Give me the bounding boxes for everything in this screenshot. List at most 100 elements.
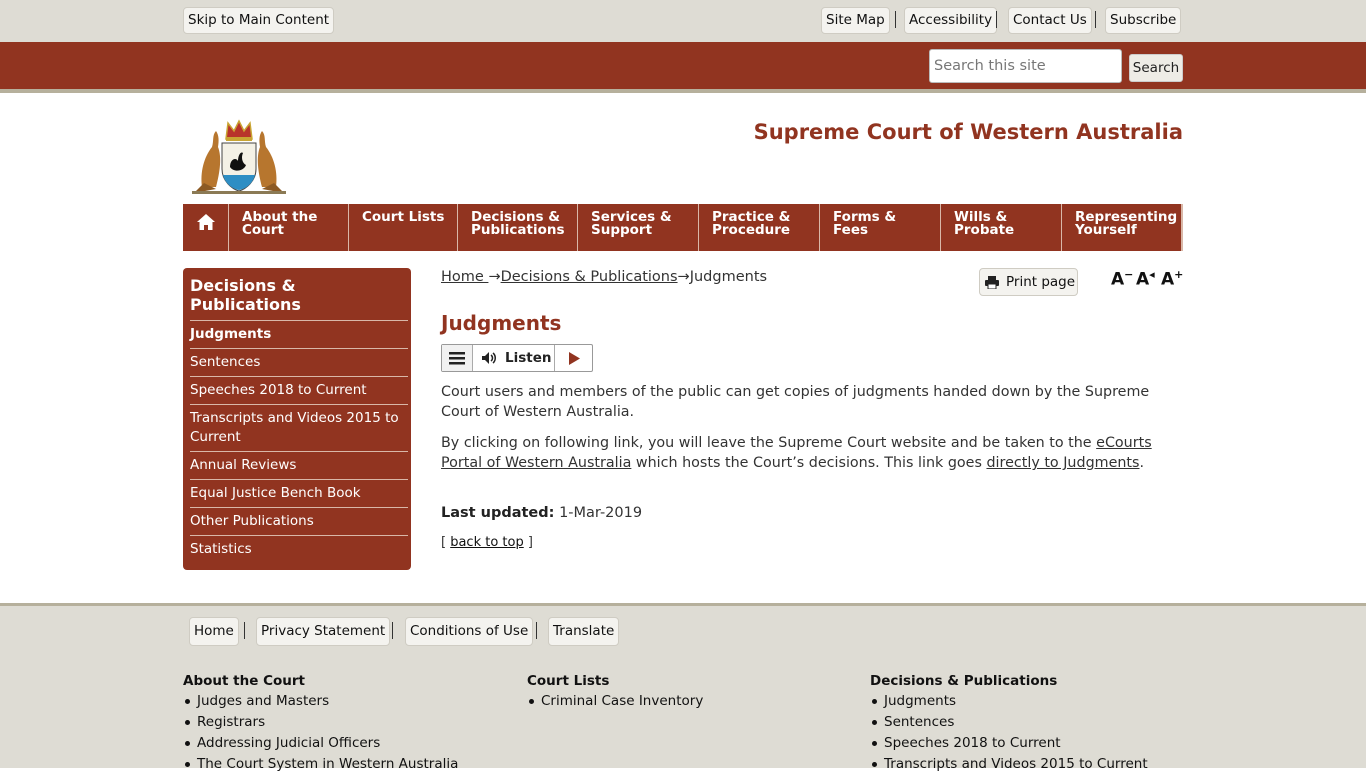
increase-text-button[interactable]: A+: [1161, 268, 1183, 290]
footer-list-item[interactable]: Registrars: [184, 712, 458, 733]
last-updated-label: Last updated:: [441, 505, 555, 521]
footer-translate-link[interactable]: Translate: [548, 617, 620, 646]
search-button[interactable]: Search: [1129, 54, 1183, 82]
nav-label: Support: [591, 222, 653, 238]
nav-label: Procedure: [712, 222, 791, 238]
play-icon: [568, 351, 580, 365]
read-aloud-widget: Listen: [441, 344, 593, 372]
footer-link[interactable]: Speeches 2018 to Current: [884, 735, 1061, 751]
listen-button[interactable]: Listen: [473, 345, 555, 371]
breadcrumb-home[interactable]: Home: [441, 269, 488, 285]
last-updated: Last updated: 1-Mar-2019: [441, 505, 642, 521]
sidebar-heading[interactable]: Decisions & Publications: [190, 276, 408, 321]
print-page-label: Print page: [1006, 274, 1076, 290]
footer-privacy-link[interactable]: Privacy Statement: [256, 617, 391, 646]
sidebar-item-bench-book[interactable]: Equal Justice Bench Book: [190, 480, 408, 508]
nav-court-lists[interactable]: Court Lists: [349, 204, 458, 251]
nav-forms-fees[interactable]: Forms & Fees: [820, 204, 941, 251]
paragraph-text: .: [1139, 455, 1145, 471]
footer-link[interactable]: Registrars: [197, 714, 265, 730]
sidebar-item-transcripts[interactable]: Transcripts and Videos 2015 to Current: [190, 405, 408, 452]
footer-column-heading: Decisions & Publications: [870, 673, 1058, 689]
footer-list-item[interactable]: The Court System in Western Australia: [184, 754, 458, 775]
back-to-top: [ back to top ]: [441, 535, 533, 550]
footer-link[interactable]: Transcripts and Videos 2015 to Current: [884, 756, 1148, 772]
listen-menu-button[interactable]: [442, 345, 473, 371]
nav-label: Publications: [471, 222, 565, 238]
nav-label: Yourself: [1075, 222, 1137, 238]
nav-label: Court: [242, 222, 284, 238]
sidebar-item-annual-reviews[interactable]: Annual Reviews: [190, 452, 408, 480]
sidebar-item-speeches[interactable]: Speeches 2018 to Current: [190, 377, 408, 405]
footer-list-item[interactable]: Judgments: [872, 691, 1148, 712]
skip-to-content-link[interactable]: Skip to Main Content: [183, 7, 335, 34]
site-title[interactable]: Supreme Court of Western Australia: [754, 120, 1183, 144]
sidebar-item-sentences[interactable]: Sentences: [190, 349, 408, 377]
bracket: [: [441, 535, 451, 550]
separator: [895, 11, 896, 28]
footer-list-item[interactable]: Transcripts and Videos 2015 to Current: [872, 754, 1148, 775]
footer-link[interactable]: Criminal Case Inventory: [541, 693, 703, 709]
paragraph-text: which hosts the Court’s decisions. This …: [631, 455, 987, 471]
page-title: Judgments: [441, 311, 562, 335]
subscribe-link[interactable]: Subscribe: [1105, 7, 1182, 34]
sidebar-item-other-publications[interactable]: Other Publications: [190, 508, 408, 536]
separator: [392, 622, 393, 639]
reset-text-button[interactable]: A◂: [1136, 268, 1155, 290]
bracket: ]: [523, 535, 533, 550]
site-header: Supreme Court of Western Australia: [0, 93, 1366, 204]
footer-list-item[interactable]: Speeches 2018 to Current: [872, 733, 1148, 754]
separator: [244, 622, 245, 639]
nav-practice-procedure[interactable]: Practice & Procedure: [699, 204, 820, 251]
footer-list-item[interactable]: Criminal Case Inventory: [528, 691, 703, 712]
nav-wills-probate[interactable]: Wills & Probate: [941, 204, 1062, 251]
footer-column-court-lists: Court Lists Criminal Case Inventory: [527, 673, 703, 712]
footer-list-item[interactable]: Sentences: [872, 712, 1148, 733]
footer-list-item[interactable]: Judges and Masters: [184, 691, 458, 712]
breadcrumb-section[interactable]: Decisions & Publications: [501, 269, 678, 285]
resize-label: A: [1161, 269, 1175, 290]
speaker-icon: [482, 352, 496, 364]
search-input[interactable]: [929, 49, 1122, 83]
footer-link[interactable]: Sentences: [884, 714, 954, 730]
footer-column-heading: Court Lists: [527, 673, 610, 689]
nav-label: Fees: [833, 222, 869, 238]
breadcrumb-current: Judgments: [689, 269, 768, 285]
nav-services-support[interactable]: Services & Support: [578, 204, 699, 251]
back-to-top-link[interactable]: back to top: [450, 535, 524, 550]
sidebar-item-statistics[interactable]: Statistics: [190, 536, 408, 563]
separator: [1095, 11, 1096, 28]
judgments-direct-link[interactable]: directly to Judgments: [986, 455, 1139, 471]
listen-label: Listen: [505, 350, 552, 366]
contact-us-link[interactable]: Contact Us: [1008, 7, 1092, 34]
sidebar-item-judgments[interactable]: Judgments: [190, 321, 408, 349]
footer-list-item[interactable]: Addressing Judicial Officers: [184, 733, 458, 754]
print-page-button[interactable]: Print page: [979, 268, 1078, 296]
coat-of-arms-logo[interactable]: [186, 117, 292, 195]
nav-label: Court Lists: [362, 209, 445, 225]
footer-conditions-link[interactable]: Conditions of Use: [405, 617, 534, 646]
footer-link[interactable]: The Court System in Western Australia: [197, 756, 458, 772]
search-band: Search: [0, 42, 1366, 93]
footer-link[interactable]: Judgments: [884, 693, 956, 709]
play-button[interactable]: [555, 345, 592, 371]
main-nav: About the Court Court Lists Decisions & Pu…: [183, 204, 1183, 251]
decrease-text-button[interactable]: A−: [1111, 268, 1133, 290]
home-icon: [196, 214, 215, 230]
last-updated-date: 1-Mar-2019: [559, 505, 643, 521]
nav-representing-yourself[interactable]: Representing Yourself: [1062, 204, 1183, 251]
footer-link[interactable]: Judges and Masters: [197, 693, 329, 709]
accessibility-link[interactable]: Accessibility: [904, 7, 998, 34]
footer-link[interactable]: Addressing Judicial Officers: [197, 735, 380, 751]
intro-paragraph: Court users and members of the public ca…: [441, 384, 1150, 420]
nav-home[interactable]: [183, 204, 229, 251]
footer-column-heading: About the Court: [183, 673, 305, 689]
nav-about-the-court[interactable]: About the Court: [229, 204, 349, 251]
ecourts-paragraph: By clicking on following link, you will …: [441, 433, 1183, 473]
nav-decisions-publications[interactable]: Decisions & Publications: [458, 204, 578, 251]
breadcrumb: Home →Decisions & Publications→Judgments: [441, 269, 767, 285]
utility-bar: Skip to Main Content Site Map Accessibil…: [0, 0, 1366, 42]
footer-home-link[interactable]: Home: [189, 617, 239, 646]
site-map-link[interactable]: Site Map: [821, 7, 890, 34]
hamburger-icon: [449, 351, 465, 364]
